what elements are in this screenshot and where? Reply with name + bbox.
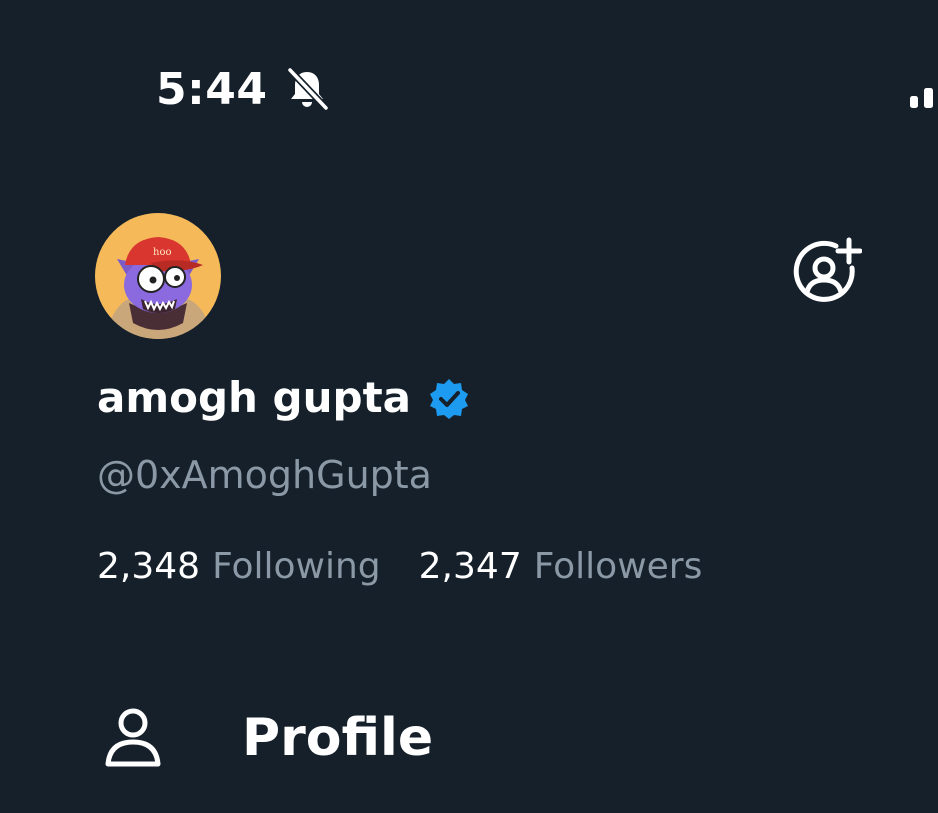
- avatar-cap-text: hoo: [153, 247, 172, 258]
- bell-slash-icon: [287, 67, 329, 111]
- user-handle[interactable]: @0xAmoghGupta: [97, 450, 432, 500]
- verified-badge-icon: [430, 379, 468, 419]
- cellular-signal-icon: [910, 88, 933, 108]
- avatar-image: [95, 213, 221, 339]
- following-link[interactable]: 2,348 Following: [97, 542, 381, 592]
- following-label: Following: [212, 546, 381, 587]
- display-name-text: amogh gupta: [97, 373, 411, 422]
- avatar[interactable]: hoo: [95, 213, 221, 339]
- follow-counts: 2,348 Following 2,347 Followers: [97, 542, 702, 592]
- followers-link[interactable]: 2,347 Followers: [419, 542, 703, 592]
- followers-count: 2,347: [418, 546, 522, 587]
- display-name[interactable]: amogh gupta: [97, 370, 471, 426]
- status-time: 5:44: [156, 64, 268, 115]
- person-icon: [105, 708, 161, 767]
- add-account-icon[interactable]: [790, 236, 862, 308]
- menu-item-label: Profile: [242, 708, 434, 768]
- followers-label: Followers: [533, 546, 703, 587]
- following-count: 2,348: [97, 546, 201, 587]
